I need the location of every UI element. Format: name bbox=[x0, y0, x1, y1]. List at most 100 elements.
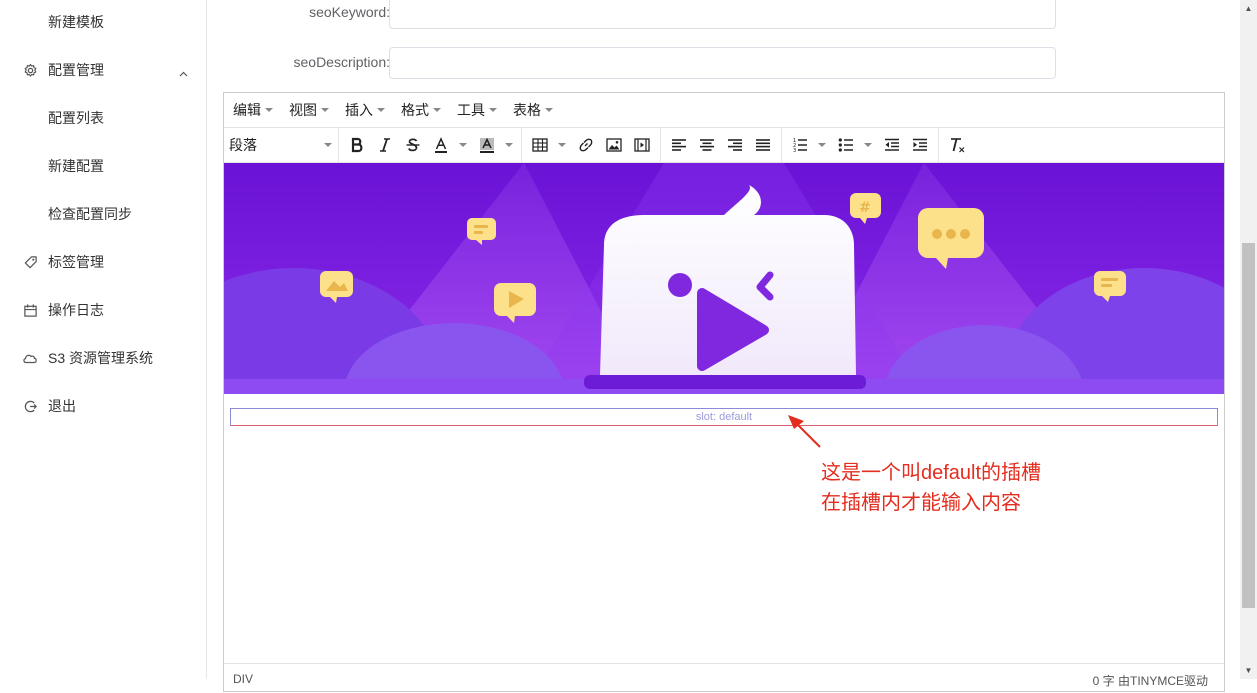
cloud-icon bbox=[22, 350, 38, 366]
sidebar-item-label: 标签管理 bbox=[48, 254, 104, 270]
sidebar-item-label: S3 资源管理系统 bbox=[48, 350, 154, 366]
align-center-icon[interactable] bbox=[693, 131, 721, 159]
sidebar-item-new-config[interactable]: 新建配置 bbox=[0, 146, 206, 186]
block-format-value: 段落 bbox=[229, 137, 257, 153]
annotation-line-2: 在插槽内才能输入内容 bbox=[821, 492, 1021, 514]
sidebar-item-label: 检查配置同步 bbox=[48, 206, 132, 222]
bullet-list-icon[interactable] bbox=[832, 131, 860, 159]
tag-icon bbox=[22, 254, 38, 270]
menu-tools-label: 工具 bbox=[457, 102, 485, 118]
clear-formatting-icon[interactable] bbox=[943, 131, 971, 159]
indent-icon[interactable] bbox=[906, 131, 934, 159]
sidebar-item-s3-resource[interactable]: S3 资源管理系统 bbox=[0, 338, 206, 378]
chevron-down-icon bbox=[321, 108, 329, 112]
scroll-thumb[interactable] bbox=[1242, 243, 1255, 608]
align-left-icon[interactable] bbox=[665, 131, 693, 159]
scroll-down-icon[interactable]: ▼ bbox=[1240, 662, 1257, 679]
sidebar-item-label: 配置列表 bbox=[48, 110, 104, 126]
menu-view[interactable]: 视图 bbox=[289, 100, 329, 120]
chevron-down-icon[interactable] bbox=[505, 143, 513, 147]
sidebar-item-config-list[interactable]: 配置列表 bbox=[0, 98, 206, 138]
sidebar-item-operation-log[interactable]: 操作日志 bbox=[0, 290, 206, 330]
seo-description-label: seoDescription: bbox=[293, 54, 391, 70]
menu-edit[interactable]: 编辑 bbox=[233, 100, 273, 120]
chevron-down-icon bbox=[265, 108, 273, 112]
default-slot[interactable]: slot: default bbox=[230, 408, 1218, 426]
image-icon[interactable] bbox=[600, 131, 628, 159]
menu-format-label: 格式 bbox=[401, 102, 429, 118]
list-group: 123 bbox=[782, 127, 939, 163]
numbered-list-icon[interactable]: 123 bbox=[786, 131, 814, 159]
italic-icon[interactable] bbox=[371, 131, 399, 159]
seo-keyword-input[interactable] bbox=[389, 0, 1056, 29]
sidebar-item-logout[interactable]: 退出 bbox=[0, 386, 206, 426]
scroll-up-icon[interactable]: ▲ bbox=[1240, 0, 1257, 17]
menu-view-label: 视图 bbox=[289, 102, 317, 118]
menu-table[interactable]: 表格 bbox=[513, 100, 553, 120]
sidebar: 新建模板 配置管理 配置列表 新建配置 检查配置同步 标签管理 操作日志 S3 … bbox=[0, 0, 207, 679]
seo-keyword-label: seoKeyword: bbox=[309, 4, 390, 20]
banner-image: # bbox=[224, 163, 1224, 394]
editor-toolbar: 段落 1 2 3 bbox=[224, 127, 1224, 163]
element-path[interactable]: DIV bbox=[233, 672, 253, 686]
chevron-down-icon bbox=[377, 108, 385, 112]
link-icon[interactable] bbox=[572, 131, 600, 159]
media-icon[interactable] bbox=[628, 131, 656, 159]
menu-table-label: 表格 bbox=[513, 102, 541, 118]
annotation-line-1: 这是一个叫default的插槽 bbox=[821, 462, 1042, 484]
logout-icon bbox=[22, 398, 38, 414]
sidebar-item-label: 新建配置 bbox=[48, 158, 104, 174]
sidebar-item-tag-management[interactable]: 标签管理 bbox=[0, 242, 206, 282]
align-right-icon[interactable] bbox=[721, 131, 749, 159]
annotation-text: 这是一个叫default的插槽 在插槽内才能输入内容 bbox=[821, 458, 1041, 518]
seo-description-input[interactable] bbox=[389, 47, 1056, 79]
menu-insert-label: 插入 bbox=[345, 102, 373, 118]
menu-edit-label: 编辑 bbox=[233, 102, 261, 118]
calendar-icon bbox=[22, 302, 38, 318]
sidebar-item-label: 操作日志 bbox=[48, 302, 104, 318]
menu-insert[interactable]: 插入 bbox=[345, 100, 385, 120]
chevron-down-icon[interactable] bbox=[818, 143, 826, 147]
block-format-select[interactable]: 段落 bbox=[224, 135, 338, 155]
svg-text:3: 3 bbox=[793, 148, 796, 153]
background-color-icon[interactable] bbox=[473, 131, 501, 159]
menu-format[interactable]: 格式 bbox=[401, 100, 441, 120]
sidebar-item-label: 退出 bbox=[48, 398, 76, 414]
chevron-down-icon bbox=[545, 108, 553, 112]
bold-icon[interactable] bbox=[343, 131, 371, 159]
rich-text-editor: 编辑 视图 插入 格式 工具 表格 段落 1 2 3 # slot: defau… bbox=[223, 92, 1225, 692]
sidebar-item-label: 新建模板 bbox=[48, 14, 104, 30]
editor-statusbar: DIV 0 字 由TINYMCE驱动 bbox=[224, 663, 1224, 693]
chevron-down-icon bbox=[324, 143, 332, 147]
sidebar-item-config-management[interactable]: 配置管理 bbox=[0, 50, 206, 90]
chevron-down-icon bbox=[489, 108, 497, 112]
annotation-arrow-icon bbox=[788, 415, 821, 448]
clear-format-group bbox=[939, 128, 975, 163]
page-scrollbar[interactable]: ▲ ▼ bbox=[1240, 0, 1257, 679]
editor-menubar: 编辑 视图 插入 格式 工具 表格 bbox=[224, 93, 1224, 128]
sidebar-item-new-template[interactable]: 新建模板 bbox=[0, 2, 206, 42]
powered-by[interactable]: 0 字 由TINYMCE驱动 bbox=[1093, 672, 1208, 689]
gear-icon bbox=[22, 62, 38, 78]
sidebar-item-label: 配置管理 bbox=[48, 62, 104, 78]
svg-text:#: # bbox=[859, 200, 871, 216]
main-content: seoKeyword: seoDescription: 编辑 视图 插入 格式 … bbox=[207, 0, 1240, 692]
outdent-icon[interactable] bbox=[878, 131, 906, 159]
chevron-down-icon[interactable] bbox=[864, 143, 872, 147]
text-style-group bbox=[339, 127, 522, 163]
insert-group bbox=[522, 127, 661, 163]
align-justify-icon[interactable] bbox=[749, 131, 777, 159]
menu-tools[interactable]: 工具 bbox=[457, 100, 497, 120]
strikethrough-icon[interactable] bbox=[399, 131, 427, 159]
seo-description-row: seoDescription: bbox=[207, 47, 1240, 79]
chevron-up-icon bbox=[179, 64, 188, 80]
seo-keyword-row: seoKeyword: bbox=[207, 0, 1240, 29]
alignment-group bbox=[661, 127, 782, 163]
block-format-group: 段落 bbox=[224, 127, 339, 163]
chevron-down-icon[interactable] bbox=[459, 143, 467, 147]
chevron-down-icon[interactable] bbox=[558, 143, 566, 147]
text-color-icon[interactable] bbox=[427, 131, 455, 159]
chevron-down-icon bbox=[433, 108, 441, 112]
table-icon[interactable] bbox=[526, 131, 554, 159]
sidebar-item-check-config-sync[interactable]: 检查配置同步 bbox=[0, 194, 206, 234]
